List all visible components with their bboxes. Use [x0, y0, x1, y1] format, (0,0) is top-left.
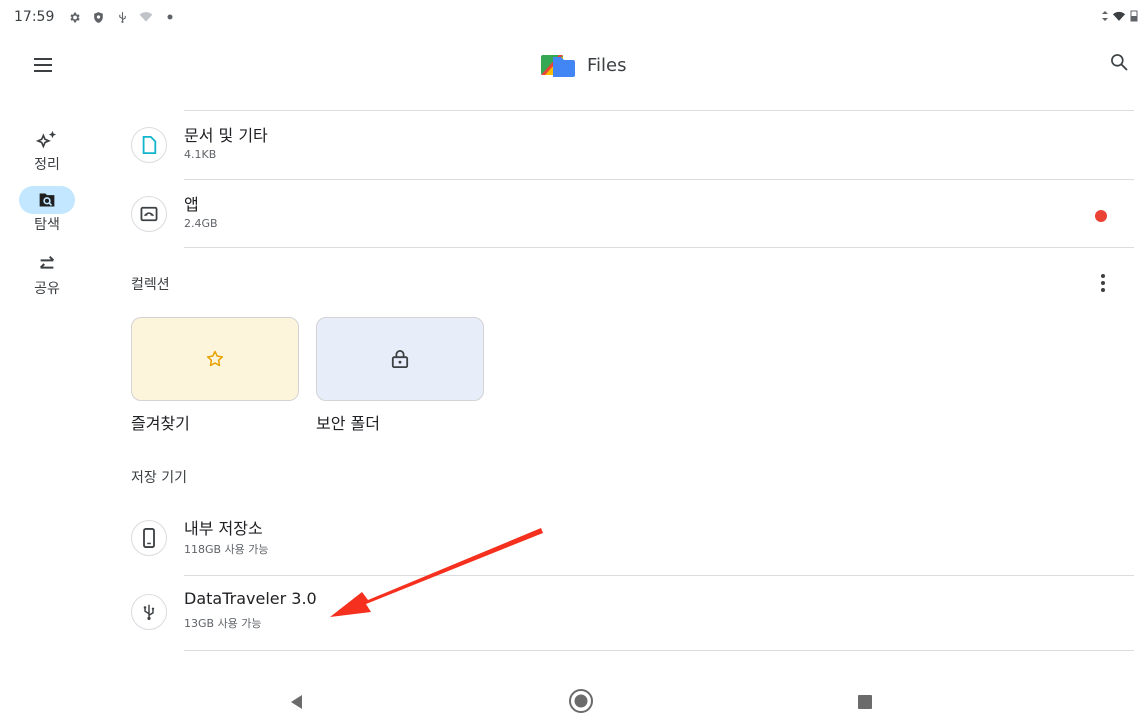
usb-icon [131, 594, 167, 630]
search-button[interactable] [1109, 52, 1137, 80]
nav-item-share[interactable]: 공유 [14, 250, 80, 298]
data-arrows-icon [1102, 11, 1108, 24]
list-item-size: 2.4GB [184, 217, 218, 230]
status-right-icons [1102, 10, 1138, 25]
divider [184, 110, 1134, 111]
files-logo-icon [541, 53, 575, 77]
section-heading-collections: 컬렉션 [131, 277, 170, 293]
favorites-label[interactable]: 즐겨찾기 [131, 410, 190, 434]
nav-item-organize[interactable]: 정리 [14, 126, 80, 174]
status-bar: 17:59 [0, 0, 1148, 34]
lock-icon [391, 350, 409, 369]
sparkle-icon [19, 126, 75, 154]
list-item-subtitle: 13GB 사용 가능 [184, 617, 262, 630]
notification-badge [1095, 210, 1107, 222]
list-item-documents[interactable]: 문서 및 기타 4.1KB [118, 112, 1138, 180]
battery-icon [1130, 10, 1138, 25]
search-icon [1111, 54, 1128, 71]
top-app-bar: Files [0, 38, 1148, 92]
secure-folder-card[interactable] [316, 317, 484, 401]
status-time: 17:59 [14, 9, 55, 25]
hamburger-icon [34, 58, 52, 60]
swap-icon [19, 250, 75, 278]
divider [184, 650, 1134, 651]
back-triangle-icon [291, 695, 302, 709]
list-item-internal-storage[interactable]: 내부 저장소 118GB 사용 가능 [118, 505, 1138, 573]
section-heading-storage: 저장 기기 [131, 470, 187, 486]
menu-button[interactable] [26, 50, 60, 80]
shield-icon [90, 9, 106, 25]
secure-folder-label[interactable]: 보안 폴더 [316, 410, 380, 434]
system-navigation-bar [0, 676, 1148, 719]
wifi-status-icon [138, 9, 154, 25]
wifi-icon [1112, 11, 1126, 25]
favorites-card[interactable] [131, 317, 299, 401]
dot-icon [162, 9, 178, 25]
recents-square-icon [858, 695, 872, 709]
status-icons [66, 9, 178, 25]
usb-status-icon [114, 9, 130, 25]
nav-label-share: 공유 [34, 281, 60, 297]
star-icon [206, 350, 224, 367]
phone-icon [131, 520, 167, 556]
list-item-title: 문서 및 기타 [184, 126, 268, 145]
document-icon [131, 127, 167, 163]
gear-icon [66, 9, 82, 25]
more-options-button[interactable] [1090, 270, 1116, 296]
nav-item-browse[interactable]: 탐색 [14, 186, 80, 234]
list-item-title: DataTraveler 3.0 [184, 589, 317, 608]
folder-search-icon [19, 186, 75, 214]
list-item-apps[interactable]: 앱 2.4GB [118, 181, 1138, 249]
list-item-title: 내부 저장소 [184, 519, 263, 538]
nav-label-organize: 정리 [34, 157, 60, 173]
home-button[interactable] [568, 688, 594, 714]
app-title-group: Files [541, 53, 627, 77]
list-item-subtitle: 118GB 사용 가능 [184, 543, 269, 556]
nav-label-browse: 탐색 [34, 217, 60, 233]
list-item-size: 4.1KB [184, 148, 217, 161]
app-title: Files [587, 54, 627, 76]
divider [184, 575, 1134, 576]
recents-button[interactable] [857, 694, 873, 710]
android-app-icon [131, 196, 167, 232]
list-item-title: 앱 [184, 195, 199, 214]
more-vert-icon [1101, 274, 1105, 278]
home-circle-icon [569, 689, 593, 713]
list-item-usb-drive[interactable]: DataTraveler 3.0 13GB 사용 가능 [118, 579, 1138, 647]
back-button[interactable] [288, 694, 304, 710]
